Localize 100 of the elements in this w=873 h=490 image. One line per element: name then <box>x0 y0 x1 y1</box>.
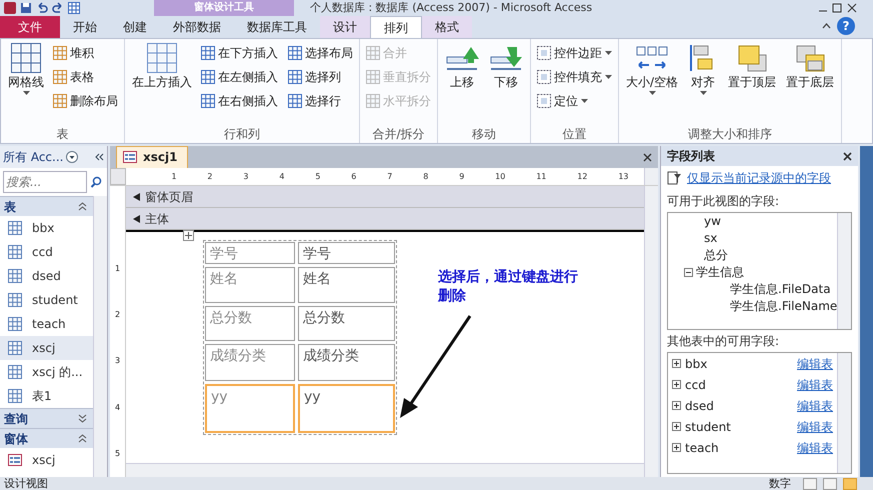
ribbon-tab[interactable]: 创建 <box>110 16 160 38</box>
filter-icon <box>667 171 681 185</box>
table-name[interactable]: ccd <box>685 376 793 394</box>
expand-icon[interactable] <box>672 422 681 431</box>
ribbon-tab[interactable]: 文件 <box>0 16 60 38</box>
view-button[interactable] <box>823 478 837 490</box>
scrollbar[interactable] <box>837 213 851 329</box>
field-name[interactable]: 学生信息 <box>696 264 744 281</box>
nav-group-header[interactable]: 窗体 <box>0 428 93 448</box>
ribbon-button[interactable]: 对齐 <box>685 41 722 97</box>
form-label[interactable]: 成绩分类 <box>205 344 295 381</box>
search-icon[interactable] <box>90 176 102 188</box>
ribbon-button[interactable]: 在下方插入 <box>199 41 280 65</box>
field-name[interactable]: 学生信息.FileData <box>730 281 831 298</box>
ribbon-button[interactable]: 置于底层 <box>783 41 838 91</box>
field-name[interactable]: sx <box>704 230 718 247</box>
ribbon-button[interactable]: 大小/空格 <box>623 41 682 97</box>
collapse-icon[interactable] <box>684 268 693 277</box>
close-icon[interactable] <box>643 153 652 162</box>
form-label[interactable]: 总分数 <box>205 306 295 341</box>
text-box[interactable]: 总分数 <box>298 306 395 341</box>
expand-icon[interactable] <box>672 443 681 452</box>
expand-icon[interactable] <box>672 380 681 389</box>
field-name[interactable]: 学生信息.FileName <box>730 298 838 315</box>
scrollbar[interactable] <box>644 186 658 477</box>
ribbon-button[interactable]: 上移 <box>442 41 482 91</box>
show-only-link[interactable]: 仅显示当前记录源中的字段 <box>687 169 831 187</box>
field-name[interactable]: yw <box>704 213 721 230</box>
section-bar[interactable]: 主体 <box>126 208 644 230</box>
expand-icon[interactable] <box>672 401 681 410</box>
ribbon-tab[interactable]: 数据库工具 <box>234 16 320 38</box>
ribbon-button[interactable]: 在右侧插入 <box>199 89 280 113</box>
ribbon-button[interactable]: 表格 <box>51 65 120 89</box>
ribbon-button[interactable]: 置于顶层 <box>725 41 780 91</box>
nav-item[interactable]: 表1 <box>0 384 93 408</box>
nav-item[interactable]: dsed <box>0 264 93 288</box>
field-name[interactable]: 总分 <box>704 247 728 264</box>
ribbon-button[interactable]: 网格线 <box>5 41 47 97</box>
nav-group-header[interactable]: 查询 <box>0 408 93 428</box>
text-box[interactable]: yy <box>298 384 395 433</box>
undo-icon[interactable] <box>36 2 48 14</box>
ribbon-button[interactable]: 控件填充 <box>535 65 614 89</box>
edit-table-link[interactable]: 编辑表 <box>797 438 833 456</box>
ribbon-button[interactable]: 选择行 <box>286 89 355 113</box>
scrollbar[interactable] <box>93 196 107 477</box>
ribbon-button[interactable]: 堆积 <box>51 41 120 65</box>
dropdown-icon[interactable] <box>66 151 78 163</box>
ribbon-tab[interactable]: 开始 <box>60 16 110 38</box>
nav-item[interactable]: teach <box>0 312 93 336</box>
ribbon-button[interactable]: 在左侧插入 <box>199 65 280 89</box>
ribbon-button[interactable]: 定位 <box>535 89 614 113</box>
redo-icon[interactable] <box>52 2 64 14</box>
collapse-ribbon-icon[interactable] <box>822 23 831 29</box>
expand-icon[interactable] <box>78 414 87 423</box>
form-label[interactable]: yy <box>205 384 295 433</box>
text-box[interactable]: 姓名 <box>298 267 395 303</box>
nav-item[interactable]: xscj <box>0 448 93 472</box>
nav-item[interactable]: xscj 的... <box>0 360 93 384</box>
section-bar[interactable]: 窗体页眉 <box>126 186 644 208</box>
close-icon[interactable] <box>843 152 852 160</box>
collapse-icon[interactable] <box>78 434 87 443</box>
nav-item[interactable]: bbx <box>0 216 93 240</box>
ribbon-button[interactable]: 在上方插入 <box>129 41 195 91</box>
collapse-pane-icon[interactable] <box>95 153 104 161</box>
ribbon-tab[interactable]: 排列 <box>370 16 422 38</box>
nav-item[interactable]: ccd <box>0 240 93 264</box>
ribbon-tab[interactable]: 外部数据 <box>160 16 234 38</box>
table-name[interactable]: student <box>685 418 793 436</box>
edit-table-link[interactable]: 编辑表 <box>797 418 833 436</box>
form-label[interactable]: 姓名 <box>205 267 295 303</box>
nav-item[interactable]: xscj <box>0 336 93 360</box>
ribbon-button[interactable]: 删除布局 <box>51 89 120 113</box>
nav-item[interactable]: student <box>0 288 93 312</box>
ribbon-tab[interactable]: 设计 <box>320 16 370 38</box>
text-box[interactable]: 成绩分类 <box>298 344 395 381</box>
table-name[interactable]: bbx <box>685 354 793 372</box>
edit-table-link[interactable]: 编辑表 <box>797 376 833 394</box>
search-field[interactable]: 搜索... <box>3 171 87 193</box>
move-handle-icon[interactable] <box>183 230 194 241</box>
help-button[interactable]: ? <box>837 17 855 35</box>
window-controls-icon[interactable] <box>817 3 857 13</box>
collapse-icon[interactable] <box>78 202 87 211</box>
horizontal-scrollbar[interactable] <box>126 463 644 477</box>
expand-icon[interactable] <box>672 359 681 368</box>
form-label[interactable]: 学号 <box>205 242 295 264</box>
document-tab[interactable]: xscj1 <box>116 146 188 168</box>
ribbon-button[interactable]: 选择布局 <box>286 41 355 65</box>
edit-table-link[interactable]: 编辑表 <box>797 396 833 414</box>
save-icon[interactable] <box>20 2 32 14</box>
text-box[interactable]: 学号 <box>298 242 395 264</box>
view-button[interactable] <box>803 478 817 490</box>
nav-group-header[interactable]: 表 <box>0 196 93 216</box>
ribbon-button[interactable]: 选择列 <box>286 65 355 89</box>
table-name[interactable]: dsed <box>685 396 793 414</box>
ribbon-tab[interactable]: 格式 <box>422 16 472 38</box>
edit-table-link[interactable]: 编辑表 <box>797 354 833 372</box>
table-name[interactable]: teach <box>685 438 793 456</box>
ribbon-button[interactable]: 下移 <box>486 41 526 91</box>
scrollbar[interactable] <box>837 353 851 473</box>
ribbon-button[interactable]: 控件边距 <box>535 41 614 65</box>
